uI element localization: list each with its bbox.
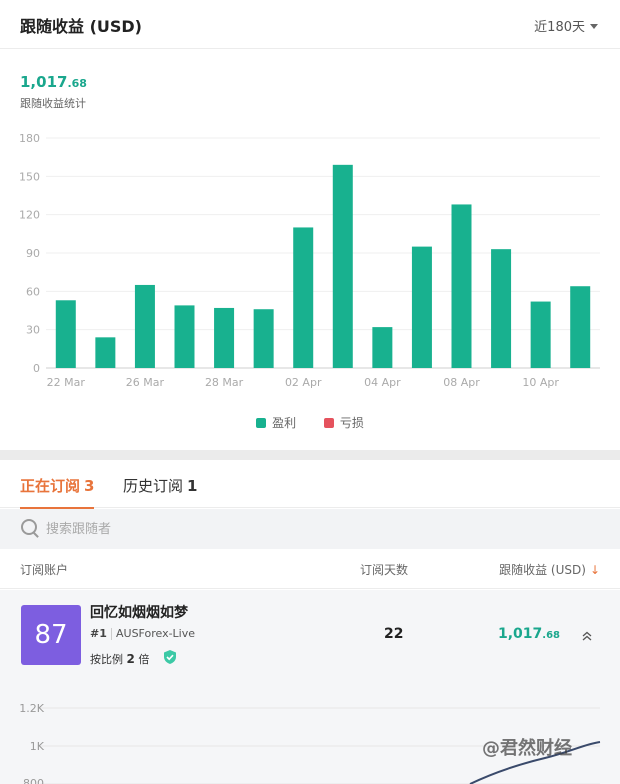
col-days[interactable]: 订阅天数: [360, 561, 408, 578]
x-tick-label: 28 Mar: [205, 376, 244, 389]
tab-label: 正在订阅: [20, 477, 81, 495]
bar-22-mar[interactable]: [55, 300, 76, 368]
total-dec: .68: [67, 77, 87, 90]
subscription-days: 22: [384, 626, 404, 642]
bar-03-apr[interactable]: [332, 164, 353, 368]
legend-profit[interactable]: 盈利: [256, 414, 296, 431]
follower-name: 回忆如烟烟如梦: [90, 605, 188, 621]
search-input[interactable]: [46, 517, 566, 541]
watermark: @君然财经: [482, 738, 572, 759]
y-tick-label: 60: [26, 285, 40, 298]
legend-profit-label: 盈利: [272, 416, 297, 430]
x-tick-label: 04 Apr: [364, 376, 401, 389]
range-dropdown[interactable]: 近180天: [534, 16, 598, 35]
income-card: 跟随收益 (USD) 近180天 1,017.68 跟随收益统计 0 30 60 90…: [0, 0, 620, 450]
copy-ratio: 按比例 2 倍: [90, 651, 149, 667]
rank-badge: #1: [90, 627, 107, 640]
tab-count: 3: [84, 477, 95, 495]
bar-08-apr[interactable]: [451, 204, 472, 368]
divider: [111, 628, 112, 640]
bar-30-mar[interactable]: [253, 309, 274, 368]
bar-24-mar[interactable]: [95, 337, 116, 368]
x-tick-label: 22 Mar: [47, 376, 86, 389]
x-tick-label: 10 Apr: [522, 376, 559, 389]
search-icon: [21, 519, 37, 535]
y-tick-label: 120: [19, 209, 40, 222]
card-title: 跟随收益 (USD): [20, 17, 142, 36]
col-income[interactable]: 跟随收益 (USD) ↓: [499, 561, 600, 578]
ratio-prefix: 按比例: [90, 653, 123, 666]
profit-swatch: [256, 417, 267, 428]
total-int: 1,017: [20, 73, 68, 91]
subscription-tabs: 正在订阅 3 历史订阅 1: [0, 460, 620, 509]
y-tick-label: 90: [26, 247, 40, 260]
income-bar-chart: 0 30 60 90 120 150 180 22 Mar 26 Mar 28 Mar 02 Apr…: [19, 132, 600, 389]
loss-swatch: [323, 417, 334, 428]
y-tick-label: 180: [19, 132, 40, 145]
broker-name: AUSForex-Live: [116, 627, 196, 640]
total-label: 跟随收益统计: [20, 97, 86, 110]
row-income: 1,017.68: [498, 626, 560, 642]
x-tick-label: 26 Mar: [126, 376, 165, 389]
mini-ytick: 800: [23, 777, 44, 784]
avatar: 87: [21, 605, 81, 665]
total-income: 1,017.68: [20, 73, 87, 91]
col-account: 订阅账户: [20, 563, 69, 577]
bar-28-mar[interactable]: [214, 307, 235, 368]
bar-09-apr[interactable]: [491, 249, 512, 368]
tab-label: 历史订阅: [123, 477, 184, 495]
x-tick-label: 02 Apr: [285, 376, 322, 389]
legend-loss[interactable]: 亏损: [323, 414, 364, 431]
tab-history-subscriptions[interactable]: 历史订阅 1: [123, 475, 197, 496]
chart-legend: 盈利 亏损: [0, 414, 620, 431]
legend-loss-label: 亏损: [339, 416, 364, 430]
sort-down-icon: ↓: [589, 563, 600, 577]
bar-12-apr[interactable]: [570, 286, 591, 368]
table-header: 订阅账户 订阅天数 跟随收益 (USD) ↓: [0, 549, 620, 589]
bar-26-mar[interactable]: [134, 284, 155, 368]
mini-ytick: 1K: [30, 740, 45, 753]
mini-ytick: 1.2K: [19, 702, 44, 715]
triangle-down-icon: [590, 24, 598, 29]
bar-06-apr[interactable]: [411, 246, 432, 368]
row-income-int: 1,017: [498, 626, 543, 642]
tab-active-subscriptions[interactable]: 正在订阅 3: [20, 475, 95, 509]
range-label: 近180天: [534, 20, 585, 35]
tab-count: 1: [187, 477, 198, 495]
ratio-suffix: 倍: [138, 653, 150, 666]
collapse-chevron-icon[interactable]: [581, 630, 593, 642]
bar-10-apr[interactable]: [530, 301, 551, 368]
col-income-label: 跟随收益 (USD): [499, 563, 586, 577]
bar-04-apr[interactable]: [372, 327, 393, 368]
card-header: 跟随收益 (USD) 近180天: [0, 0, 620, 49]
x-tick-label: 08 Apr: [443, 376, 480, 389]
search-bar: [0, 509, 620, 549]
bar-27-mar[interactable]: [174, 305, 195, 368]
y-tick-label: 0: [33, 362, 40, 375]
verified-shield-icon: [164, 650, 176, 664]
ratio-value: 2: [126, 652, 135, 666]
bar-02-apr[interactable]: [293, 227, 314, 368]
row-income-dec: .68: [542, 630, 561, 641]
y-tick-label: 30: [26, 324, 40, 337]
y-tick-label: 150: [19, 170, 40, 183]
